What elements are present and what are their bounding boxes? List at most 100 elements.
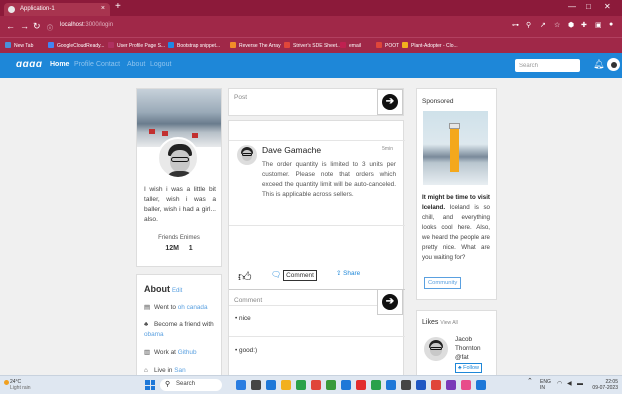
comment-submit-button[interactable]: ➔ bbox=[377, 289, 403, 315]
stats-values: 12M 1 bbox=[137, 245, 221, 252]
bookmark-label: Striver's SDE Sheet... bbox=[293, 43, 342, 49]
author-avatar bbox=[237, 145, 257, 165]
taskbar-app-icon[interactable] bbox=[401, 380, 411, 390]
comment-input[interactable]: Comment bbox=[234, 297, 262, 304]
like-icon[interactable]: 👍︎ bbox=[238, 269, 252, 285]
nav-home[interactable]: Home bbox=[50, 61, 69, 68]
view-all-link[interactable]: View All bbox=[440, 320, 457, 326]
extension-icon[interactable]: ⬢ bbox=[568, 21, 574, 29]
taskbar-app-icon[interactable] bbox=[356, 380, 366, 390]
maximize-icon[interactable]: □ bbox=[586, 2, 591, 11]
about-edit-link[interactable]: Edit bbox=[172, 288, 182, 294]
new-tab-button[interactable]: + bbox=[115, 1, 121, 12]
about-title: About Edit bbox=[144, 284, 183, 294]
taskbar-app-icon[interactable] bbox=[251, 380, 261, 390]
bookmark-item[interactable]: User Profile Page S... bbox=[108, 42, 165, 49]
about-item-education: ▤ Went to oh canada bbox=[144, 304, 208, 311]
tray-chevron-icon[interactable]: ⌃ bbox=[527, 378, 533, 385]
browser-tab[interactable]: Application-1 × bbox=[4, 3, 110, 16]
zoom-icon[interactable]: ⚲ bbox=[526, 21, 531, 29]
taskbar-app-icon[interactable] bbox=[476, 380, 486, 390]
post-input[interactable]: Post bbox=[234, 94, 247, 101]
site-info-icon[interactable]: ⓘ bbox=[47, 23, 53, 32]
about-link-friend[interactable]: obama bbox=[144, 331, 164, 338]
building-icon: ▥ bbox=[144, 349, 151, 356]
nav-profile[interactable]: Profile bbox=[74, 61, 94, 68]
install-icon[interactable]: ⊶ bbox=[512, 21, 519, 29]
back-icon[interactable]: ← bbox=[6, 21, 15, 31]
nav-about[interactable]: About bbox=[127, 61, 145, 68]
tab-close-icon[interactable]: × bbox=[101, 5, 105, 12]
bookmark-item[interactable]: POOT bbox=[376, 42, 399, 49]
battery-icon[interactable]: ▬ bbox=[577, 381, 583, 387]
taskbar-app-icon[interactable] bbox=[461, 380, 471, 390]
taskbar-app-icon[interactable] bbox=[311, 380, 321, 390]
nav-logout[interactable]: Logout bbox=[150, 61, 171, 68]
bookmark-favicon-icon bbox=[108, 42, 114, 48]
taskbar-app-icon[interactable] bbox=[326, 380, 336, 390]
comment-item: • nice bbox=[235, 315, 251, 322]
bookmark-item[interactable]: Plant-Adopter - Clo... bbox=[402, 42, 458, 49]
taskbar-app-icon[interactable] bbox=[341, 380, 351, 390]
volume-icon[interactable]: ◀︎ bbox=[567, 381, 572, 387]
liker-info: Jacob Thornton @fat bbox=[455, 335, 481, 362]
bookmark-star-icon[interactable]: ☆ bbox=[554, 21, 560, 29]
bookmark-favicon-icon bbox=[48, 42, 54, 48]
community-button[interactable]: Community bbox=[424, 277, 462, 289]
taskbar-app-icon[interactable] bbox=[236, 380, 246, 390]
extensions-puzzle-icon[interactable]: ✚ bbox=[581, 21, 587, 29]
taskbar-app-icon[interactable] bbox=[416, 380, 426, 390]
language-indicator[interactable]: ENG IN bbox=[540, 379, 551, 391]
weather-widget[interactable]: 24°C Light rain bbox=[10, 379, 31, 391]
post-author[interactable]: Dave Gamache bbox=[262, 145, 321, 155]
comment-button[interactable]: 🗨︎ Comment bbox=[271, 270, 317, 281]
brand-logo[interactable]: ɑɑɑɑ bbox=[16, 59, 42, 70]
user-avatar[interactable] bbox=[607, 58, 620, 71]
taskbar-app-icon[interactable] bbox=[281, 380, 291, 390]
liker-first-name[interactable]: Jacob bbox=[455, 335, 481, 344]
wifi-icon[interactable]: ◠ bbox=[557, 381, 562, 387]
forward-icon[interactable]: → bbox=[20, 21, 29, 31]
bookmark-item[interactable]: New Tab bbox=[5, 42, 33, 49]
sidebar-icon[interactable]: ▣ bbox=[595, 21, 602, 29]
bookmark-item[interactable]: Bootstrap snippet... bbox=[168, 42, 220, 49]
bookmark-item[interactable]: Striver's SDE Sheet... bbox=[284, 42, 341, 49]
bookmark-label: POOT bbox=[385, 43, 400, 49]
reload-icon[interactable]: ↻ bbox=[33, 21, 41, 32]
bookmark-label: Reverse The Array bbox=[239, 43, 281, 49]
feed-post-card: Dave Gamache 5min The order quantity is … bbox=[228, 120, 405, 380]
about-item-work: ▥ Work at Github bbox=[144, 349, 197, 356]
enemies-count: 1 bbox=[188, 245, 193, 252]
taskbar-search[interactable]: ⚲ Search bbox=[160, 379, 222, 391]
arrow-right-icon: ➔ bbox=[382, 94, 398, 110]
url-field[interactable]: localhost:3000/login bbox=[60, 22, 113, 28]
about-link-city[interactable]: San bbox=[174, 367, 185, 374]
close-window-icon[interactable]: ✕ bbox=[604, 2, 611, 11]
taskbar-app-icon[interactable] bbox=[386, 380, 396, 390]
taskbar-app-icon[interactable] bbox=[446, 380, 456, 390]
taskbar-app-icon[interactable] bbox=[266, 380, 276, 390]
bookmark-item[interactable]: Reverse The Array bbox=[230, 42, 281, 49]
search-input[interactable] bbox=[515, 59, 580, 72]
nav-contact[interactable]: Contact bbox=[96, 61, 120, 68]
taskbar-app-icon[interactable] bbox=[296, 380, 306, 390]
about-link-work[interactable]: Github bbox=[178, 349, 197, 356]
liker-last-name[interactable]: Thornton bbox=[455, 344, 481, 353]
taskbar-app-icon[interactable] bbox=[431, 380, 441, 390]
follow-button[interactable]: ♣ Follow bbox=[455, 363, 483, 373]
windows-start-icon[interactable] bbox=[145, 380, 155, 390]
profile-icon[interactable]: ● bbox=[609, 21, 613, 28]
sponsored-title: Sponsored bbox=[422, 98, 454, 105]
clock[interactable]: 22:05 09-07-2023 bbox=[588, 379, 618, 391]
about-link-school[interactable]: oh canada bbox=[178, 304, 208, 311]
bookmark-item[interactable]: GoogleCloudReady... bbox=[48, 42, 104, 49]
bell-icon[interactable]: 🔔︎ bbox=[593, 59, 604, 70]
share-page-icon[interactable]: ↗ bbox=[540, 21, 546, 29]
share-button[interactable]: ⇪ Share bbox=[336, 269, 360, 277]
bookmark-favicon-icon bbox=[5, 42, 11, 48]
taskbar-app-icon[interactable] bbox=[371, 380, 381, 390]
post-submit-button[interactable]: ➔ bbox=[377, 89, 403, 115]
bookmark-favicon-icon bbox=[402, 42, 408, 48]
minimize-icon[interactable]: — bbox=[568, 2, 576, 11]
bookmark-item[interactable]: email bbox=[340, 42, 361, 49]
